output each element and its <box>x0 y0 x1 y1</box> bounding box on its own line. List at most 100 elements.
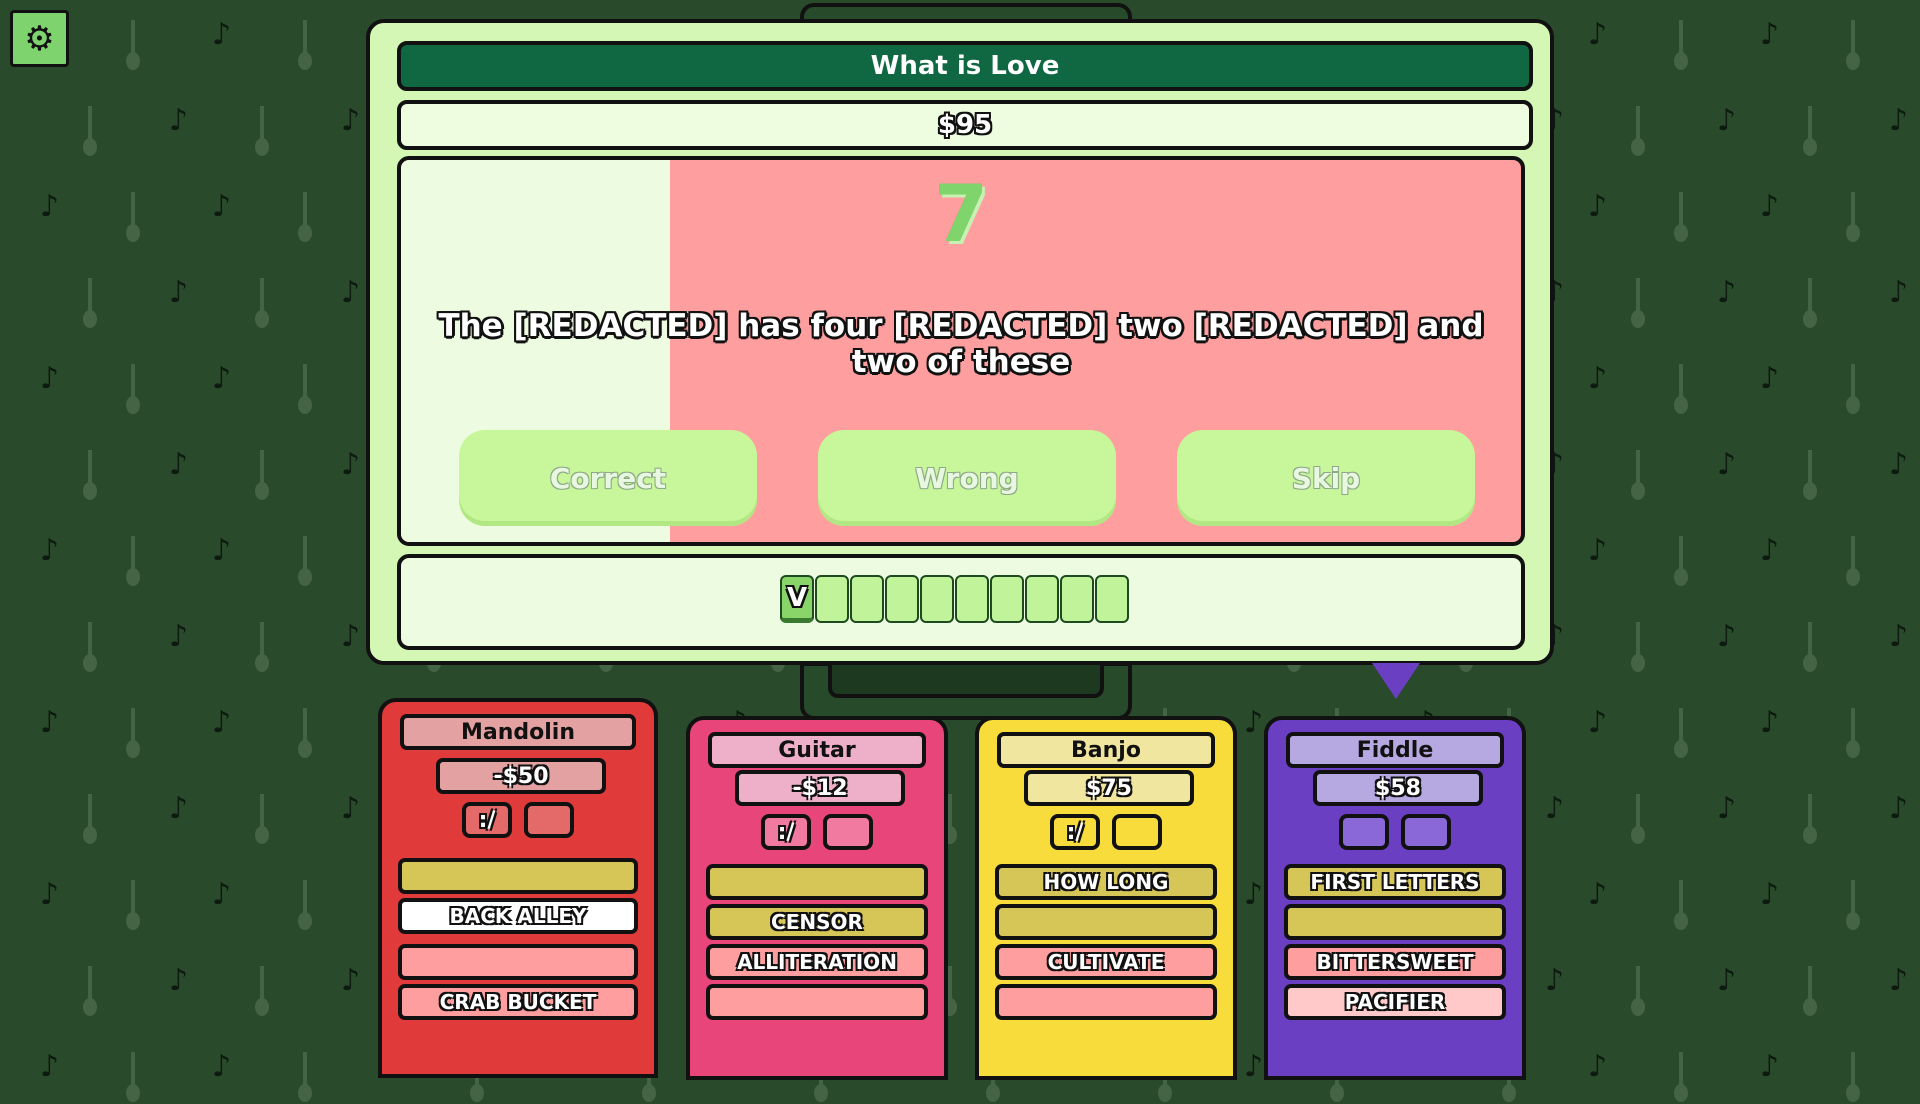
music-note-icon: ♪ <box>40 533 60 568</box>
music-note-icon: ♪ <box>1244 705 1264 740</box>
music-note-icon: ♪ <box>169 447 189 482</box>
category-tile[interactable] <box>995 904 1217 940</box>
answer-letter-slot <box>815 575 849 623</box>
banjo-icon <box>298 708 312 760</box>
music-note-icon: ♪ <box>1588 877 1608 912</box>
answer-letter-slot <box>1025 575 1059 623</box>
banjo-icon <box>1674 1052 1688 1104</box>
music-note-icon: ♪ <box>1889 275 1909 310</box>
player-card-mandolin: Mandolin -$50:/ BACK ALLEY CRAB BUCKET <box>378 698 658 1078</box>
wrong-button[interactable]: Wrong <box>818 430 1116 526</box>
banjo-icon <box>1846 1052 1860 1104</box>
banjo-icon <box>1803 966 1817 1018</box>
banjo-icon <box>1631 966 1645 1018</box>
category-tile[interactable]: CENSOR <box>706 904 928 940</box>
music-note-icon: ♪ <box>169 619 189 654</box>
player-icon-row: :/ <box>979 814 1233 850</box>
banjo-icon <box>1674 192 1688 244</box>
music-note-icon: ♪ <box>341 275 361 310</box>
music-note-icon: ♪ <box>1717 619 1737 654</box>
category-tile[interactable] <box>995 984 1217 1020</box>
banjo-icon <box>126 20 140 72</box>
banjo-icon <box>126 192 140 244</box>
timer-count: 7 <box>933 170 989 260</box>
category-tile[interactable]: FIRST LETTERS <box>1284 864 1506 900</box>
answer-letter-slots: V <box>780 575 1129 623</box>
music-note-icon: ♪ <box>40 189 60 224</box>
banjo-icon <box>83 106 97 158</box>
settings-button[interactable]: ⚙ <box>10 10 69 67</box>
category-tile[interactable]: BACK ALLEY <box>398 898 638 934</box>
music-note-icon: ♪ <box>1889 791 1909 826</box>
music-note-icon: ♪ <box>1545 791 1565 826</box>
reaction-badge: :/ <box>761 814 811 850</box>
music-note-icon: ♪ <box>1545 963 1565 998</box>
player-score: $75 <box>1024 770 1194 806</box>
answer-letter-slot <box>920 575 954 623</box>
music-note-icon: ♪ <box>40 705 60 740</box>
banjo-icon <box>255 450 269 502</box>
empty-badge <box>1339 814 1389 850</box>
answer-letter-slot <box>885 575 919 623</box>
banjo-icon <box>126 536 140 588</box>
banjo-icon <box>255 278 269 330</box>
category-tile[interactable]: ALLITERATION <box>706 944 928 980</box>
banjo-icon <box>1631 278 1645 330</box>
music-note-icon: ♪ <box>1717 447 1737 482</box>
music-note-icon: ♪ <box>1760 189 1780 224</box>
category-tile[interactable] <box>398 858 638 894</box>
music-note-icon: ♪ <box>1588 17 1608 52</box>
banjo-icon <box>83 794 97 846</box>
music-note-icon: ♪ <box>169 103 189 138</box>
music-note-icon: ♪ <box>1588 1049 1608 1084</box>
answer-letter-slot <box>955 575 989 623</box>
round-value: $95 <box>397 100 1533 150</box>
banjo-icon <box>1631 622 1645 674</box>
player-name: Banjo <box>997 732 1215 768</box>
music-note-icon: ♪ <box>1244 1049 1264 1084</box>
music-note-icon: ♪ <box>1244 877 1264 912</box>
gear-icon: ⚙ <box>24 18 55 59</box>
banjo-icon <box>83 966 97 1018</box>
answer-letter-slot <box>990 575 1024 623</box>
clue-box: 7 The [REDACTED] has four [REDACTED] two… <box>397 156 1525 546</box>
category-tile[interactable]: CULTIVATE <box>995 944 1217 980</box>
category-tile[interactable] <box>706 864 928 900</box>
banjo-icon <box>1674 20 1688 72</box>
answer-letter-slot <box>1095 575 1129 623</box>
music-note-icon: ♪ <box>169 275 189 310</box>
banjo-icon <box>1631 450 1645 502</box>
banjo-icon <box>1846 536 1860 588</box>
banjo-icon <box>126 364 140 416</box>
music-note-icon: ♪ <box>1889 619 1909 654</box>
clue-text: The [REDACTED] has four [REDACTED] two [… <box>438 308 1484 380</box>
banjo-icon <box>1803 794 1817 846</box>
banjo-icon <box>1846 708 1860 760</box>
music-note-icon: ♪ <box>341 103 361 138</box>
music-note-icon: ♪ <box>1760 705 1780 740</box>
reaction-badge: :/ <box>1050 814 1100 850</box>
empty-badge <box>1401 814 1451 850</box>
music-note-icon: ♪ <box>1588 705 1608 740</box>
category-tile[interactable]: BITTERSWEET <box>1284 944 1506 980</box>
answer-letter-slot: V <box>780 575 814 623</box>
category-tile[interactable] <box>706 984 928 1020</box>
correct-button[interactable]: Correct <box>459 430 757 526</box>
category-tile[interactable] <box>398 944 638 980</box>
category-tile[interactable]: CRAB BUCKET <box>398 984 638 1020</box>
category-tile[interactable]: HOW LONG <box>995 864 1217 900</box>
player-icon-row <box>1268 814 1522 850</box>
banjo-icon <box>255 794 269 846</box>
music-note-icon: ♪ <box>341 791 361 826</box>
round-title: What is Love <box>397 41 1533 91</box>
banjo-icon <box>1846 880 1860 932</box>
category-tile[interactable]: PACIFIER <box>1284 984 1506 1020</box>
category-tile[interactable] <box>1284 904 1506 940</box>
banjo-icon <box>298 1052 312 1104</box>
empty-badge <box>524 802 574 838</box>
banjo-icon <box>298 364 312 416</box>
reaction-badge: :/ <box>462 802 512 838</box>
banjo-icon <box>1674 536 1688 588</box>
banjo-icon <box>1803 450 1817 502</box>
skip-button[interactable]: Skip <box>1177 430 1475 526</box>
